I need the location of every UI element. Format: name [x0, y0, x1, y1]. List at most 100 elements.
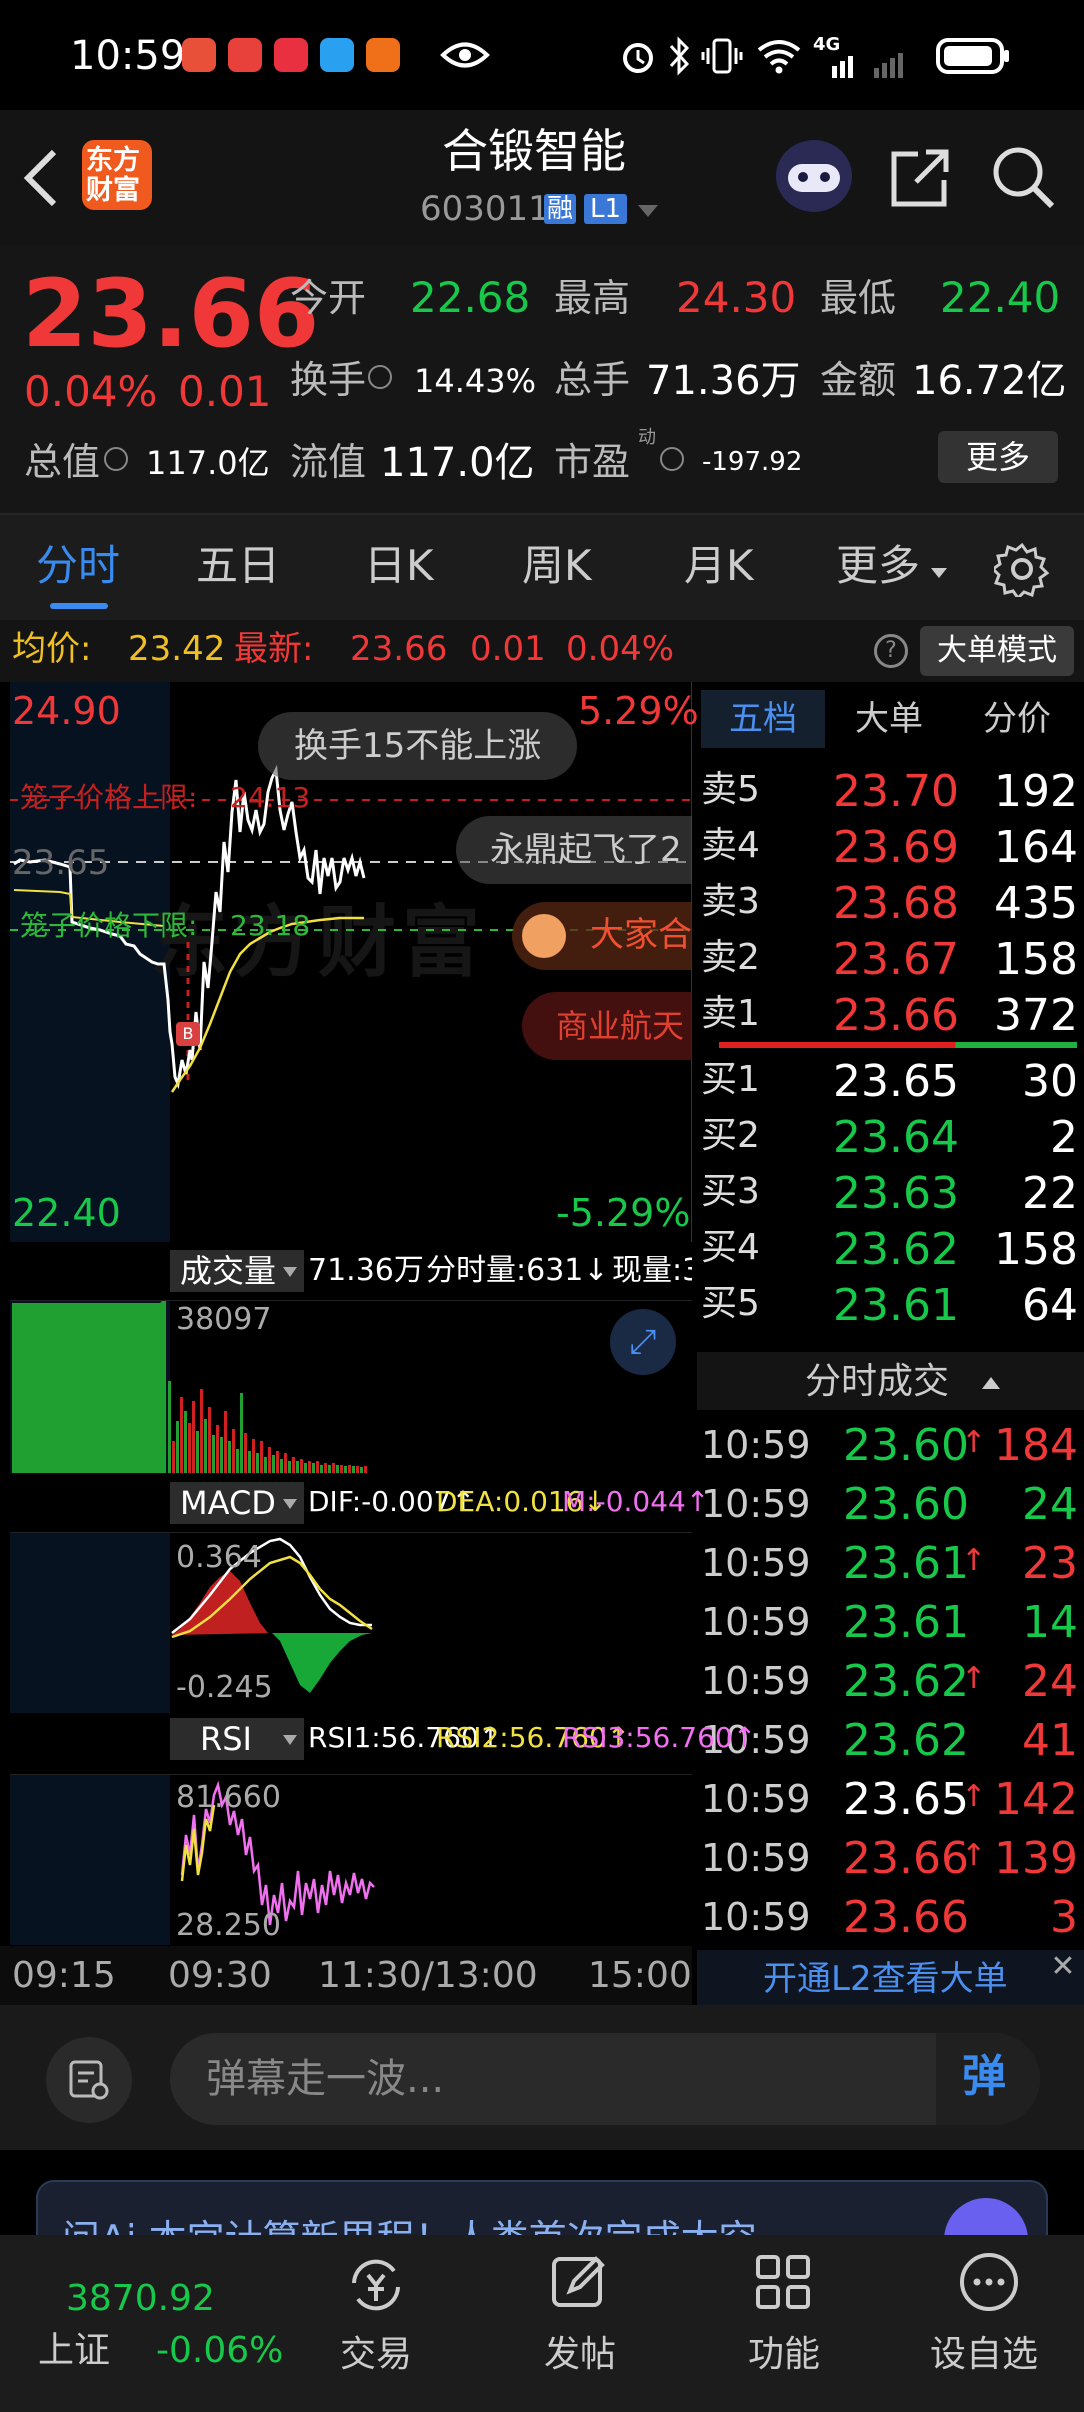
expand-icon[interactable]: ⤢	[610, 1309, 676, 1375]
tick-volume: 24	[1022, 1656, 1078, 1707]
volume-value: 71.36万	[646, 358, 801, 404]
latest-change: 0.01	[470, 629, 546, 669]
time-axis: 09:15 09:30 11:30/13:00 15:00	[0, 1946, 692, 2006]
margin-badge: 融	[544, 194, 577, 224]
open-value: 22.68	[410, 273, 531, 322]
send-danmu-button[interactable]: 弹	[936, 2033, 1040, 2125]
more-button[interactable]: 更多	[938, 431, 1058, 483]
danmu-bubble-gift[interactable]: 大家合	[512, 902, 692, 970]
tick-trade-row: 10:59 23.62 ↑ 24	[697, 1652, 1084, 1711]
order-book: 五档 大单 分价 卖5 23.70 192 卖4 23.69 164 卖3 23.68 43…	[697, 682, 1084, 2007]
danmu-bubble[interactable]: 永鼎起飞了2	[456, 816, 692, 884]
active-tab-indicator	[50, 603, 108, 609]
info-icon[interactable]	[660, 447, 684, 471]
nav-functions[interactable]: 功能	[708, 2235, 858, 2412]
tab-monthly-k[interactable]: 月K	[684, 545, 754, 587]
turnover-label: 换手	[290, 358, 367, 402]
percent-axis-top: 5.29%	[578, 689, 699, 733]
tick-direction: ↑	[961, 1661, 987, 1696]
tab-more[interactable]: 更多	[836, 545, 920, 587]
sell-level-row[interactable]: 卖1 23.66 372	[697, 990, 1084, 1046]
tab-weekly-k[interactable]: 周K	[522, 545, 592, 587]
tab-intraday[interactable]: 分时	[36, 545, 120, 587]
tab-five-day[interactable]: 五日	[196, 545, 280, 587]
volume-label: 总手	[554, 358, 631, 402]
volume-panel[interactable]: 成交量 71.36万 分时量:631↓ 现量:3 38097 ⤢	[0, 1242, 692, 1473]
low-label: 最低	[820, 276, 897, 320]
sell-level-row[interactable]: 卖2 23.67 158	[697, 934, 1084, 990]
bid-ask-ratio-bar	[719, 1042, 1077, 1048]
sell-level-row[interactable]: 卖5 23.70 192	[697, 766, 1084, 822]
gear-icon[interactable]	[994, 541, 1050, 597]
info-icon[interactable]	[368, 365, 392, 389]
avg-label: 均价:	[12, 629, 92, 669]
tab-daily-k[interactable]: 日K	[364, 545, 434, 587]
nav-post[interactable]: 发帖	[504, 2235, 654, 2412]
change-percent: 0.04%	[24, 367, 158, 416]
status-time: 10:59	[70, 33, 186, 79]
chevron-down-icon	[283, 1499, 297, 1509]
macd-chart	[171, 1537, 373, 1693]
rsi-max-label: 81.660	[176, 1780, 281, 1815]
danmu-bar: 弹幕走一波... 弹	[0, 2005, 1084, 2150]
chevron-down-icon[interactable]	[636, 202, 660, 220]
tick-direction: ↑	[961, 1425, 987, 1460]
volume-now: 现量:3	[612, 1256, 692, 1286]
high-value: 24.30	[676, 273, 797, 322]
macd-panel[interactable]: MACD DIF:-0.007↑ DEA:0.016↓ M:-0.044↑ 0.…	[0, 1472, 709, 1713]
percent-axis-bottom: -5.29%	[556, 1191, 691, 1235]
danmu-input[interactable]: 弹幕走一波... 弹	[170, 2033, 1040, 2125]
buy-level-row[interactable]: 买2 23.64 2	[697, 1110, 1084, 1166]
ai-assistant-icon[interactable]	[776, 140, 852, 212]
tick-trades-header[interactable]: 分时成交	[697, 1352, 1084, 1410]
cage-upper-value: 24.13	[230, 781, 311, 814]
eye-icon	[440, 42, 490, 68]
low-value: 22.40	[940, 273, 1061, 322]
share-icon[interactable]	[888, 146, 952, 210]
trade-icon	[352, 2259, 400, 2311]
danmu-bubble[interactable]: 换手15不能上涨	[258, 712, 578, 780]
tick-price: 23.60	[843, 1420, 969, 1471]
y-axis-bottom: 22.40	[12, 1191, 121, 1235]
sell-level-row[interactable]: 卖4 23.69 164	[697, 822, 1084, 878]
danmu-bubble[interactable]: 商业航天	[522, 992, 692, 1060]
big-order-mode-button[interactable]: 大单模式	[920, 626, 1074, 676]
back-icon[interactable]	[22, 148, 62, 208]
tab-big-orders[interactable]: 大单	[855, 702, 923, 736]
nav-trade[interactable]: 交易	[300, 2235, 450, 2412]
index-ticker[interactable]: 3870.92 上证 -0.06%	[0, 2235, 290, 2412]
buy-level-row[interactable]: 买5 23.61 64	[697, 1278, 1084, 1334]
search-icon[interactable]	[990, 144, 1056, 210]
app-header: 东方 财富 合锻智能 603011 融 L1	[0, 110, 1084, 245]
buy-level-row[interactable]: 买4 23.62 158	[697, 1222, 1084, 1278]
tick-volume: 24	[1022, 1479, 1078, 1530]
bluetooth-icon	[669, 36, 690, 76]
tick-time: 10:59	[701, 1659, 811, 1703]
tick-volume: 3	[1050, 1892, 1078, 1943]
quote-panel: 23.66 0.04% 0.01 今开 22.68 最高 24.30 最低 22…	[0, 245, 1084, 513]
vibrate-icon	[701, 38, 743, 74]
tab-five-levels[interactable]: 五档	[701, 690, 825, 748]
volume-tick: 分时量:631↓	[426, 1253, 609, 1288]
tick-trade-row: 10:59 23.60 24	[697, 1475, 1084, 1534]
nav-add-watchlist[interactable]: 设自选	[910, 2235, 1080, 2412]
help-icon[interactable]: ?	[874, 634, 908, 668]
caret-up-icon	[982, 1377, 1000, 1389]
tick-trade-row: 10:59 23.65 ↑ 142	[697, 1770, 1084, 1829]
info-icon[interactable]	[104, 447, 128, 471]
tick-price: 23.60	[843, 1479, 969, 1530]
sell-level-row[interactable]: 卖3 23.68 435	[697, 878, 1084, 934]
l2-upgrade-link[interactable]: 开通L2查看大单 ✕	[697, 1950, 1084, 2007]
buy-level-row[interactable]: 买1 23.65 30	[697, 1054, 1084, 1110]
app-icon	[320, 38, 354, 72]
app-logo: 东方 财富	[82, 140, 152, 210]
bottom-nav: 3870.92 上证 -0.06% 交易 发帖 功能 设自选	[0, 2235, 1084, 2412]
price-chart[interactable]: 东方财富 B 24.90 22.40 5.29% -5.29% 23.65 笼子…	[0, 682, 699, 1242]
index-value: 3870.92	[66, 2278, 215, 2319]
tab-price-distribution[interactable]: 分价	[983, 702, 1051, 736]
close-icon[interactable]: ✕	[1048, 1952, 1078, 1982]
danmu-settings-icon[interactable]	[46, 2037, 132, 2123]
buy-signal-icon[interactable]: B	[176, 1022, 200, 1046]
rsi-panel[interactable]: RSI RSI1:56.760↑ RSI2:56.760↑ RSI3:56.76…	[0, 1712, 756, 1945]
buy-level-row[interactable]: 买3 23.63 22	[697, 1166, 1084, 1222]
